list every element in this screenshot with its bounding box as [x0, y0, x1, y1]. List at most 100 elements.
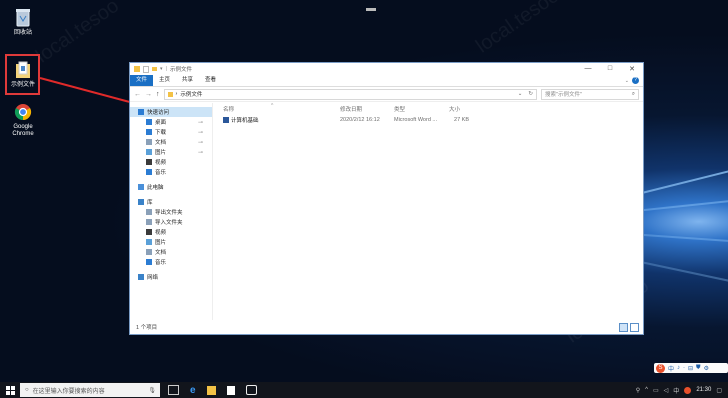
- column-header-type[interactable]: 类型: [394, 105, 449, 113]
- ime-item[interactable]: ·: [683, 365, 685, 371]
- videos-icon: [146, 159, 152, 165]
- title-bar[interactable]: ▾ | 示例文件 — □ ✕: [130, 63, 643, 75]
- tab-view[interactable]: 查看: [199, 75, 222, 86]
- column-header-size[interactable]: 大小: [449, 105, 489, 113]
- nav-item-label: 文档: [155, 250, 167, 256]
- nav-item[interactable]: 导出文件夹: [130, 207, 212, 217]
- nav-item[interactable]: 图片: [130, 237, 212, 247]
- ime-mode[interactable]: 中: [668, 364, 674, 373]
- ime-toolbar[interactable]: S 中 ♪ · ⊟ ⛊ ⚙: [654, 363, 728, 373]
- search-input[interactable]: 搜索"示例文件" ⌕: [541, 88, 639, 100]
- close-button[interactable]: ✕: [621, 65, 643, 73]
- window-title: 示例文件: [169, 67, 192, 73]
- sort-indicator: ^: [271, 103, 274, 109]
- tab-home[interactable]: 主页: [153, 75, 176, 86]
- nav-item[interactable]: 下载 ⊸: [130, 127, 212, 137]
- address-bar-row: ← → ↑ › 示例文件 ⌄ ↻ 搜索"示例文件" ⌕: [130, 87, 643, 102]
- chevron-up-icon[interactable]: ^: [645, 387, 648, 393]
- nav-item-label: 音乐: [155, 170, 167, 176]
- mic-icon[interactable]: 🎙: [148, 387, 156, 394]
- nav-item[interactable]: 网络: [130, 272, 212, 282]
- task-view-icon[interactable]: [168, 385, 179, 395]
- pin-icon[interactable]: ⊸: [198, 119, 203, 126]
- ime-item[interactable]: ⚙: [704, 365, 709, 372]
- network-icon[interactable]: ▭: [653, 387, 659, 394]
- nav-item[interactable]: 文档: [130, 247, 212, 257]
- network-icon: [138, 274, 144, 280]
- breadcrumb-path[interactable]: 示例文件: [180, 90, 202, 98]
- chevron-down-icon[interactable]: ▾: [160, 66, 163, 72]
- pictures-icon: [146, 149, 152, 155]
- ribbon-tabs: 文件 主页 共享 查看 ⌄ ?: [130, 75, 643, 87]
- properties-icon[interactable]: [143, 65, 149, 73]
- pin-icon[interactable]: ⊸: [198, 139, 203, 146]
- ime-item[interactable]: ♪: [677, 365, 680, 371]
- nav-item-label: 文档: [155, 140, 167, 146]
- column-header-name[interactable]: 名称: [223, 105, 340, 113]
- nav-item-label: 导入文件夹: [155, 220, 183, 226]
- clock[interactable]: 21:30: [696, 387, 711, 393]
- nav-item-label: 下载: [155, 130, 167, 136]
- nav-item[interactable]: 库: [130, 197, 212, 207]
- ime-item[interactable]: ⊟: [688, 365, 693, 372]
- ime-item[interactable]: ⛊: [696, 365, 701, 372]
- camera-icon[interactable]: [245, 385, 257, 395]
- desktop: local.tesoo local.tesoo local.tesoo 回收站 …: [0, 0, 728, 382]
- large-icons-view-button[interactable]: [630, 322, 639, 332]
- forward-button[interactable]: →: [145, 91, 152, 98]
- status-bar: 1 个项目: [130, 320, 643, 334]
- sogou-tray-icon[interactable]: [684, 386, 692, 394]
- details-view-button[interactable]: [619, 322, 628, 332]
- chevron-down-icon[interactable]: ⌄: [518, 91, 523, 97]
- tab-share[interactable]: 共享: [176, 75, 199, 86]
- nav-item-label: 图片: [155, 150, 167, 156]
- volume-icon[interactable]: ◁: [664, 387, 669, 394]
- path-separator: ›: [175, 91, 178, 97]
- nav-item-label: 导出文件夹: [155, 210, 183, 216]
- file-explorer-window[interactable]: ▾ | 示例文件 — □ ✕ 文件 主页 共享 查看 ⌄ ? ← → ↑ › 示…: [129, 62, 644, 335]
- file-row[interactable]: 计算机基础 2020/2/12 16:12 Microsoft Word ...…: [213, 115, 643, 125]
- nav-item-label: 视频: [155, 160, 167, 166]
- help-icon[interactable]: ?: [632, 77, 639, 84]
- notification-icon[interactable]: ▢: [716, 387, 722, 394]
- taskbar-search-placeholder: 在这里输入你要搜索的内容: [32, 388, 105, 395]
- column-header-modified[interactable]: 修改日期: [340, 105, 394, 113]
- pictures-icon: [146, 239, 152, 245]
- nav-item[interactable]: 图片 ⊸: [130, 147, 212, 157]
- maximize-button[interactable]: □: [599, 65, 621, 73]
- folder-icon: [167, 91, 173, 97]
- music-icon: [146, 169, 152, 175]
- shopping-bag-icon[interactable]: [226, 385, 235, 395]
- file-explorer-taskbar-icon[interactable]: [206, 385, 216, 395]
- nav-item[interactable]: 视频: [130, 227, 212, 237]
- nav-item[interactable]: 此电脑: [130, 182, 212, 192]
- ime-indicator[interactable]: 中: [673, 386, 679, 395]
- nav-item[interactable]: 视频: [130, 157, 212, 167]
- nav-item[interactable]: 音乐: [130, 257, 212, 267]
- nav-item[interactable]: 文档 ⊸: [130, 137, 212, 147]
- nav-item[interactable]: 快速访问: [130, 107, 212, 117]
- people-icon[interactable]: ⚲: [636, 387, 640, 394]
- up-button[interactable]: ↑: [156, 91, 160, 98]
- taskbar-search-box[interactable]: ○ 在这里输入你要搜索的内容 🎙: [20, 383, 160, 397]
- tab-file[interactable]: 文件: [130, 75, 154, 86]
- address-bar[interactable]: › 示例文件 ⌄ ↻: [163, 88, 537, 100]
- new-folder-icon[interactable]: [152, 67, 157, 71]
- nav-item[interactable]: 桌面 ⊸: [130, 117, 212, 127]
- back-button[interactable]: ←: [134, 91, 141, 98]
- expand-ribbon-icon[interactable]: ⌄: [625, 78, 629, 84]
- nav-item-label: 音乐: [155, 260, 167, 266]
- pin-icon[interactable]: ⊸: [198, 129, 203, 136]
- start-button[interactable]: [0, 385, 20, 395]
- nav-item-label: 快速访问: [147, 110, 170, 116]
- star-icon: [138, 109, 144, 115]
- pin-icon[interactable]: ⊸: [198, 149, 203, 156]
- nav-item[interactable]: 导入文件夹: [130, 217, 212, 227]
- music-icon: [146, 259, 152, 265]
- edge-icon[interactable]: e: [190, 385, 196, 396]
- refresh-icon[interactable]: ↻: [528, 91, 533, 97]
- download-icon: [146, 129, 152, 135]
- nav-item-label: 库: [147, 200, 153, 206]
- minimize-button[interactable]: —: [577, 65, 599, 73]
- nav-item[interactable]: 音乐: [130, 167, 212, 177]
